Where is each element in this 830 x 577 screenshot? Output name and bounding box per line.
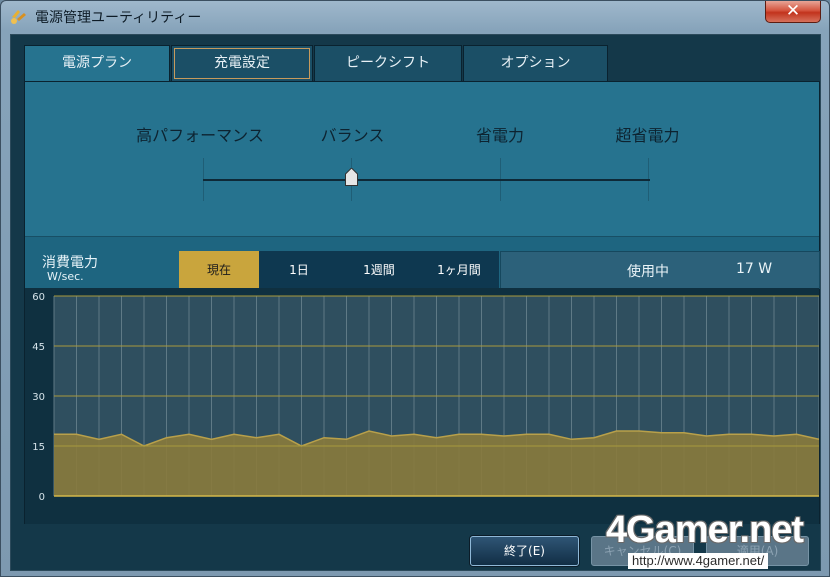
power-plan-slider-track[interactable] <box>203 179 650 181</box>
plan-label-ultra-saver[interactable]: 超省電力 <box>595 122 700 146</box>
range-tab-week[interactable]: 1週間 <box>339 251 419 289</box>
watermark: 4Gamer.net http://www.4gamer.net/ <box>606 509 821 571</box>
plan-label-balanced[interactable]: バランス <box>295 122 410 146</box>
tab-label: ピークシフト <box>346 55 430 71</box>
tab-power-plan[interactable]: 電源プラン <box>24 45 170 83</box>
y-tick-label: 45 <box>32 342 45 353</box>
y-tick-label: 60 <box>32 292 45 303</box>
tab-label: オプション <box>500 55 571 71</box>
range-tab-month[interactable]: 1ヶ月間 <box>419 251 499 289</box>
window-title: 電源管理ユーティリティー <box>35 10 202 26</box>
consumption-area <box>54 431 819 496</box>
range-tabs: 現在 1日 1週間 1ヶ月間 <box>179 251 499 289</box>
power-plan-panel: 高パフォーマンス バランス 省電力 超省電力 消費電力 W/sec. 現在 1日… <box>24 81 820 524</box>
range-tab-day[interactable]: 1日 <box>259 251 339 289</box>
tab-label: 充電設定 <box>174 48 310 79</box>
tab-label: 電源プラン <box>62 55 132 71</box>
close-button[interactable]: ✕ <box>765 1 821 23</box>
tab-options[interactable]: オプション <box>463 45 608 82</box>
usage-value: 17 W <box>736 261 773 277</box>
watermark-url: http://www.4gamer.net/ <box>628 553 769 569</box>
usage-status: 使用中 17 W <box>500 251 820 289</box>
consumption-unit: W/sec. <box>47 270 84 283</box>
consumption-chart-svg: 60 45 30 15 0 <box>32 292 819 503</box>
client-area: 電源プラン 充電設定 ピークシフト オプション 高パフォーマンス バランス 省電… <box>10 34 821 571</box>
watermark-logo: 4Gamer.net <box>606 509 804 551</box>
title-bar[interactable]: 電源管理ユーティリティー ✕ <box>1 1 829 31</box>
tab-bar: 電源プラン 充電設定 ピークシフト オプション <box>24 45 624 83</box>
plan-label-power-saver[interactable]: 省電力 <box>455 122 545 146</box>
app-window: 電源管理ユーティリティー ✕ 電源プラン 充電設定 ピークシフト オプション 高… <box>0 0 830 577</box>
usage-label: 使用中 <box>627 264 669 280</box>
tab-peak-shift[interactable]: ピークシフト <box>314 45 462 82</box>
consumption-title: 消費電力 <box>42 255 98 271</box>
range-tab-now[interactable]: 現在 <box>179 251 259 289</box>
power-plan-slider-thumb[interactable] <box>345 168 358 186</box>
y-tick-label: 30 <box>32 392 45 403</box>
exit-button[interactable]: 終了(E) <box>470 536 579 566</box>
consumption-header: 消費電力 W/sec. 現在 1日 1週間 1ヶ月間 使用中 17 W <box>25 236 820 289</box>
app-icon <box>11 10 26 24</box>
consumption-chart: 60 45 30 15 0 <box>25 288 819 524</box>
tab-charge-settings[interactable]: 充電設定 <box>171 45 313 82</box>
y-tick-label: 15 <box>32 442 45 453</box>
y-tick-label: 0 <box>39 492 45 503</box>
plan-label-high-performance[interactable]: 高パフォーマンス <box>130 122 270 146</box>
